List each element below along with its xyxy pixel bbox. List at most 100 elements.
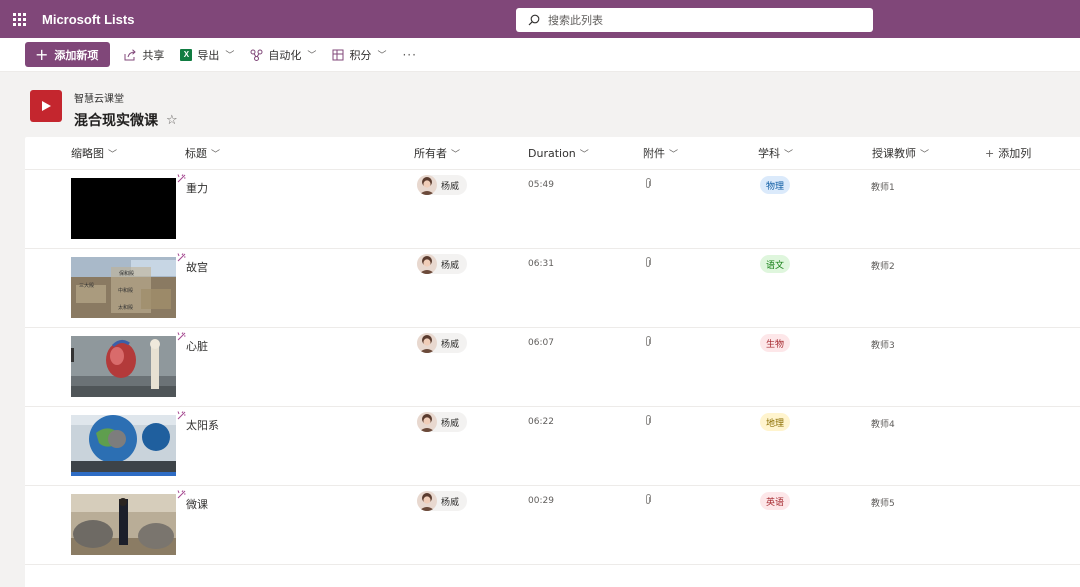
chevron-down-icon: ﹀ <box>225 51 235 61</box>
title-link[interactable]: 故宫 <box>186 259 208 275</box>
avatar <box>417 333 437 353</box>
paperclip-icon[interactable] <box>644 494 652 505</box>
column-label: 学科 <box>758 147 780 160</box>
waffle-icon <box>12 12 26 26</box>
new-item-button[interactable]: + 添加新项 <box>25 42 111 67</box>
column-header-owner[interactable]: 所有者 ﹀ <box>414 137 460 169</box>
chevron-down-icon: ﹀ <box>579 149 589 160</box>
column-label: 缩略图 <box>71 147 104 160</box>
owner-persona[interactable]: 杨威 <box>417 412 468 432</box>
title-link[interactable]: 微课 <box>186 496 208 512</box>
owner-name: 杨威 <box>441 260 460 271</box>
excel-icon: X <box>180 48 193 61</box>
app-launcher-button[interactable] <box>0 0 38 38</box>
column-label: 授课教师 <box>872 147 916 160</box>
grid-icon <box>332 49 344 61</box>
new-item-label: 添加新项 <box>54 48 99 62</box>
thumbnail-image[interactable] <box>71 494 176 555</box>
avatar <box>417 254 437 274</box>
column-label: 附件 <box>643 147 665 160</box>
svg-text:三大殿: 三大殿 <box>79 282 94 289</box>
thumbnail-image[interactable] <box>71 178 176 239</box>
column-header-thumbnail[interactable]: 缩略图 ﹀ <box>71 137 117 169</box>
plus-icon: + <box>35 44 49 64</box>
column-header-title[interactable]: 标题 ﹀ <box>185 137 220 169</box>
new-item-indicator-icon <box>177 411 186 420</box>
search-input[interactable] <box>548 13 848 27</box>
title-link[interactable]: 太阳系 <box>186 417 219 433</box>
paperclip-icon[interactable] <box>644 257 652 268</box>
owner-persona[interactable]: 杨威 <box>417 254 468 274</box>
subject-tag: 英语 <box>760 492 791 510</box>
new-item-indicator-icon <box>177 490 186 499</box>
subject-label: 地理 <box>766 418 785 429</box>
add-column-button[interactable]: + 添加列 <box>985 137 1031 169</box>
paperclip-icon[interactable] <box>644 336 652 347</box>
paperclip-icon[interactable] <box>644 178 652 189</box>
list-row[interactable]: 重力 杨威 05:49 物理 教师1 <box>25 170 1080 249</box>
chevron-down-icon: ﹀ <box>920 149 930 160</box>
more-options-button[interactable]: ··· <box>402 38 416 72</box>
owner-name: 杨威 <box>441 181 460 192</box>
subject-tag: 物理 <box>760 176 791 194</box>
teacher-value: 教师1 <box>871 183 895 193</box>
share-icon <box>124 48 137 61</box>
share-button[interactable]: 共享 <box>124 38 164 72</box>
favorite-star-icon[interactable]: ☆ <box>166 113 178 128</box>
avatar <box>417 412 437 432</box>
owner-name: 杨威 <box>441 497 460 508</box>
chevron-down-icon: ﹀ <box>669 149 679 160</box>
subject-tag: 语文 <box>760 255 791 273</box>
chevron-down-icon: ﹀ <box>211 149 221 160</box>
new-item-indicator-icon <box>177 253 186 262</box>
list-row[interactable]: 心脏 杨威 06:07 生物 教师3 <box>25 328 1080 407</box>
thumbnail-image[interactable]: 保和殿 中和殿 三大殿 太和殿 <box>71 257 176 318</box>
search-box[interactable] <box>516 8 873 32</box>
paperclip-icon[interactable] <box>644 415 652 426</box>
teacher-value: 教师3 <box>871 341 895 351</box>
column-header-subject[interactable]: 学科 ﹀ <box>758 137 793 169</box>
list-row[interactable]: 保和殿 中和殿 三大殿 太和殿 故宫 杨威 06:31 语文 教师2 <box>25 249 1080 328</box>
automate-label: 自动化 <box>268 48 302 62</box>
owner-persona[interactable]: 杨威 <box>417 333 468 353</box>
app-title[interactable]: Microsoft Lists <box>42 12 134 27</box>
subject-tag: 生物 <box>760 334 791 352</box>
avatar <box>417 491 437 511</box>
integrate-button[interactable]: 积分 ﹀ <box>332 38 386 72</box>
svg-text:中和殿: 中和殿 <box>118 287 133 294</box>
command-bar: + 添加新项 共享 X 导出 ﹀ 自动化 ﹀ 积分 ﹀ ··· <box>0 38 1080 72</box>
owner-name: 杨威 <box>441 418 460 429</box>
thumbnail-image[interactable] <box>71 336 176 397</box>
title-link[interactable]: 重力 <box>186 180 208 196</box>
column-header-attachments[interactable]: 附件 ﹀ <box>643 137 678 169</box>
column-label: Duration <box>528 146 576 160</box>
share-label: 共享 <box>142 48 165 62</box>
owner-persona[interactable]: 杨威 <box>417 491 468 511</box>
plus-icon: + <box>985 146 995 160</box>
owner-persona[interactable]: 杨威 <box>417 175 468 195</box>
integrate-label: 积分 <box>349 48 372 62</box>
list-view: 缩略图 ﹀ 标题 ﹀ 所有者 ﹀ Duration ﹀ 附件 ﹀ 学科 ﹀ 授课教师 ﹀ + 添… <box>25 137 1080 587</box>
app-header: Microsoft Lists <box>0 0 1080 38</box>
title-link[interactable]: 心脏 <box>186 338 208 354</box>
avatar <box>417 175 437 195</box>
add-column-label: 添加列 <box>998 147 1032 160</box>
list-icon <box>30 90 62 122</box>
site-name[interactable]: 智慧云课堂 <box>74 90 178 105</box>
export-label: 导出 <box>197 48 220 62</box>
column-header-teacher[interactable]: 授课教师 ﹀ <box>872 137 929 169</box>
list-title: 混合现实微课 <box>74 113 158 129</box>
column-header-duration[interactable]: Duration ﹀ <box>528 137 589 169</box>
subject-label: 英语 <box>766 497 785 508</box>
duration-value: 05:49 <box>528 180 554 190</box>
automate-button[interactable]: 自动化 ﹀ <box>250 38 316 72</box>
teacher-value: 教师2 <box>871 262 895 272</box>
list-row[interactable]: 微课 杨威 00:29 英语 教师5 <box>25 486 1080 565</box>
duration-value: 00:29 <box>528 496 554 506</box>
subject-label: 物理 <box>766 181 785 192</box>
chevron-down-icon: ﹀ <box>307 51 317 61</box>
column-label: 所有者 <box>414 147 447 160</box>
thumbnail-image[interactable] <box>71 415 176 476</box>
list-row[interactable]: 太阳系 杨威 06:22 地理 教师4 <box>25 407 1080 486</box>
export-button[interactable]: X 导出 ﹀ <box>180 38 234 72</box>
